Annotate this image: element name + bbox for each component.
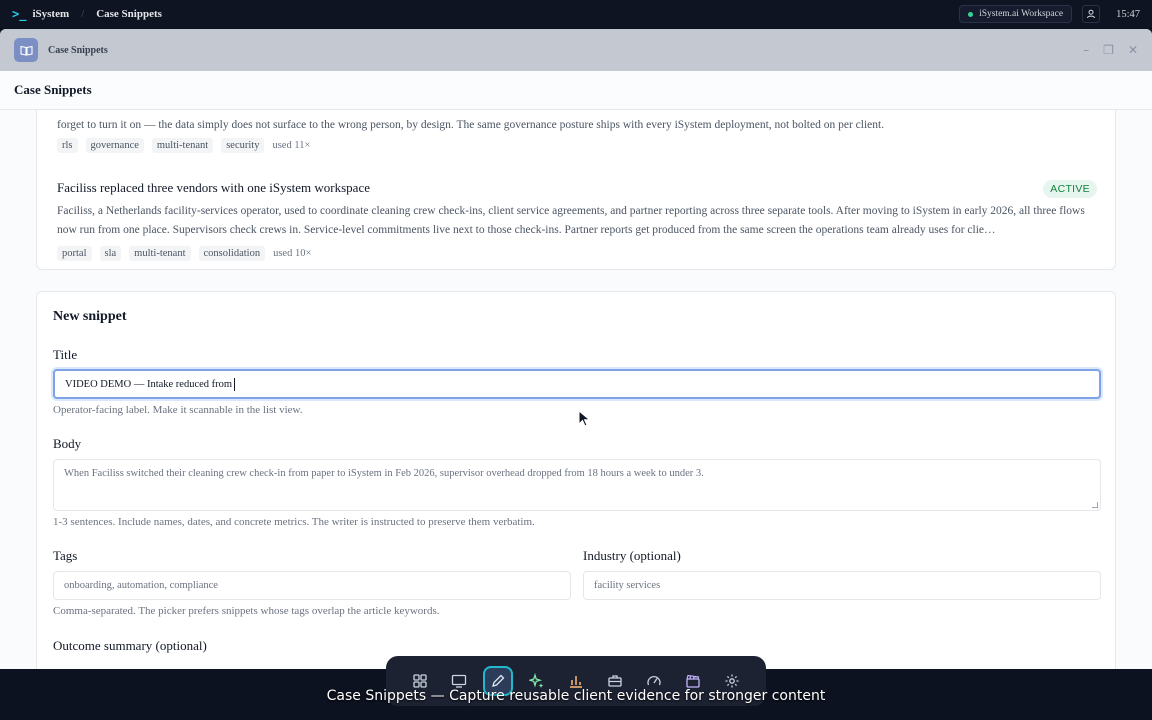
tag-chip: multi-tenant [151, 138, 214, 153]
industry-placeholder: facility services [594, 580, 661, 591]
tags-label: Tags [53, 548, 78, 563]
monitor-icon [451, 674, 467, 688]
usage-count: used 11× [272, 140, 311, 151]
breadcrumb-separator: / [81, 8, 85, 20]
list-item[interactable]: forget to turn it on — the data simply d… [57, 116, 1097, 153]
outcome-label: Outcome summary (optional) [53, 638, 207, 653]
industry-label: Industry (optional) [583, 548, 681, 563]
gauge-icon [647, 675, 661, 686]
close-icon[interactable]: ✕ [1128, 43, 1138, 57]
clock: 15:47 [1116, 8, 1140, 20]
tag-chip: rls [57, 138, 78, 153]
tags-help-text: Comma-separated. The picker prefers snip… [53, 605, 440, 617]
scroll-content[interactable]: forget to turn it on — the data simply d… [0, 110, 1152, 669]
user-menu-button[interactable] [1082, 5, 1101, 23]
body-textarea-value: When Faciliss switched their cleaning cr… [64, 468, 704, 479]
grid-icon [413, 674, 427, 688]
tag-chip: governance [85, 138, 144, 153]
tag-chip: sla [99, 246, 122, 261]
system-topbar: >_ iSystem / Case Snippets iSystem.ai Wo… [0, 0, 1152, 28]
title-input-value: VIDEO DEMO — Intake reduced from [65, 378, 233, 390]
title-input[interactable]: VIDEO DEMO — Intake reduced from [53, 369, 1101, 399]
title-help-text: Operator-facing label. Make it scannable… [53, 404, 303, 416]
app-window: Case Snippets – ❐ ✕ Case Snippets forget… [0, 29, 1152, 669]
snippet-title: Faciliss replaced three vendors with one… [57, 180, 370, 195]
tags-input[interactable]: onboarding, automation, compliance [53, 571, 571, 600]
body-label: Body [53, 436, 82, 451]
body-help-text: 1-3 sentences. Include names, dates, and… [53, 516, 535, 528]
minimize-icon[interactable]: – [1083, 43, 1089, 57]
user-icon [1087, 9, 1096, 19]
page-title: Case Snippets [0, 71, 1152, 110]
tag-chip: multi-tenant [129, 246, 191, 261]
tag-chip: portal [57, 246, 92, 261]
title-label: Title [53, 347, 78, 362]
brand-name[interactable]: iSystem [32, 8, 69, 20]
new-snippet-form: New snippet Title VIDEO DEMO — Intake re… [36, 291, 1116, 669]
snippet-list: forget to turn it on — the data simply d… [36, 110, 1116, 270]
status-dot-icon [968, 11, 974, 17]
maximize-icon[interactable]: ❐ [1103, 43, 1114, 57]
book-icon [14, 38, 38, 62]
clapperboard-icon [686, 674, 700, 688]
snippet-body: Faciliss, a Netherlands facility-service… [57, 205, 1085, 236]
tags-placeholder: onboarding, automation, compliance [64, 580, 218, 591]
terminal-logo-icon: >_ [12, 7, 27, 21]
body-textarea[interactable]: When Faciliss switched their cleaning cr… [53, 459, 1101, 511]
pen-icon [492, 674, 505, 687]
workspace-switcher[interactable]: iSystem.ai Workspace [959, 5, 1073, 23]
window-titlebar[interactable]: Case Snippets – ❐ ✕ [0, 29, 1152, 71]
video-caption: Case Snippets — Capture reusable client … [326, 688, 826, 704]
mouse-cursor-icon [578, 410, 591, 427]
workspace-name: iSystem.ai Workspace [979, 9, 1064, 19]
window-title: Case Snippets [48, 44, 108, 56]
industry-input[interactable]: facility services [583, 571, 1101, 600]
sparkle-icon [529, 673, 544, 688]
snippet-body: forget to turn it on — the data simply d… [57, 119, 885, 131]
form-heading: New snippet [53, 309, 127, 324]
settings-icon [725, 674, 739, 688]
tag-chip: security [221, 138, 265, 153]
list-item[interactable]: Faciliss replaced three vendors with one… [57, 179, 1117, 261]
usage-count: used 10× [273, 248, 312, 259]
bar-chart-icon [570, 676, 582, 688]
resize-handle-icon[interactable] [1092, 502, 1098, 508]
briefcase-icon [608, 675, 622, 687]
text-caret [234, 377, 236, 391]
status-badge: ACTIVE [1043, 180, 1097, 198]
tag-chip: consolidation [198, 246, 266, 261]
context-title: Case Snippets [96, 8, 162, 20]
